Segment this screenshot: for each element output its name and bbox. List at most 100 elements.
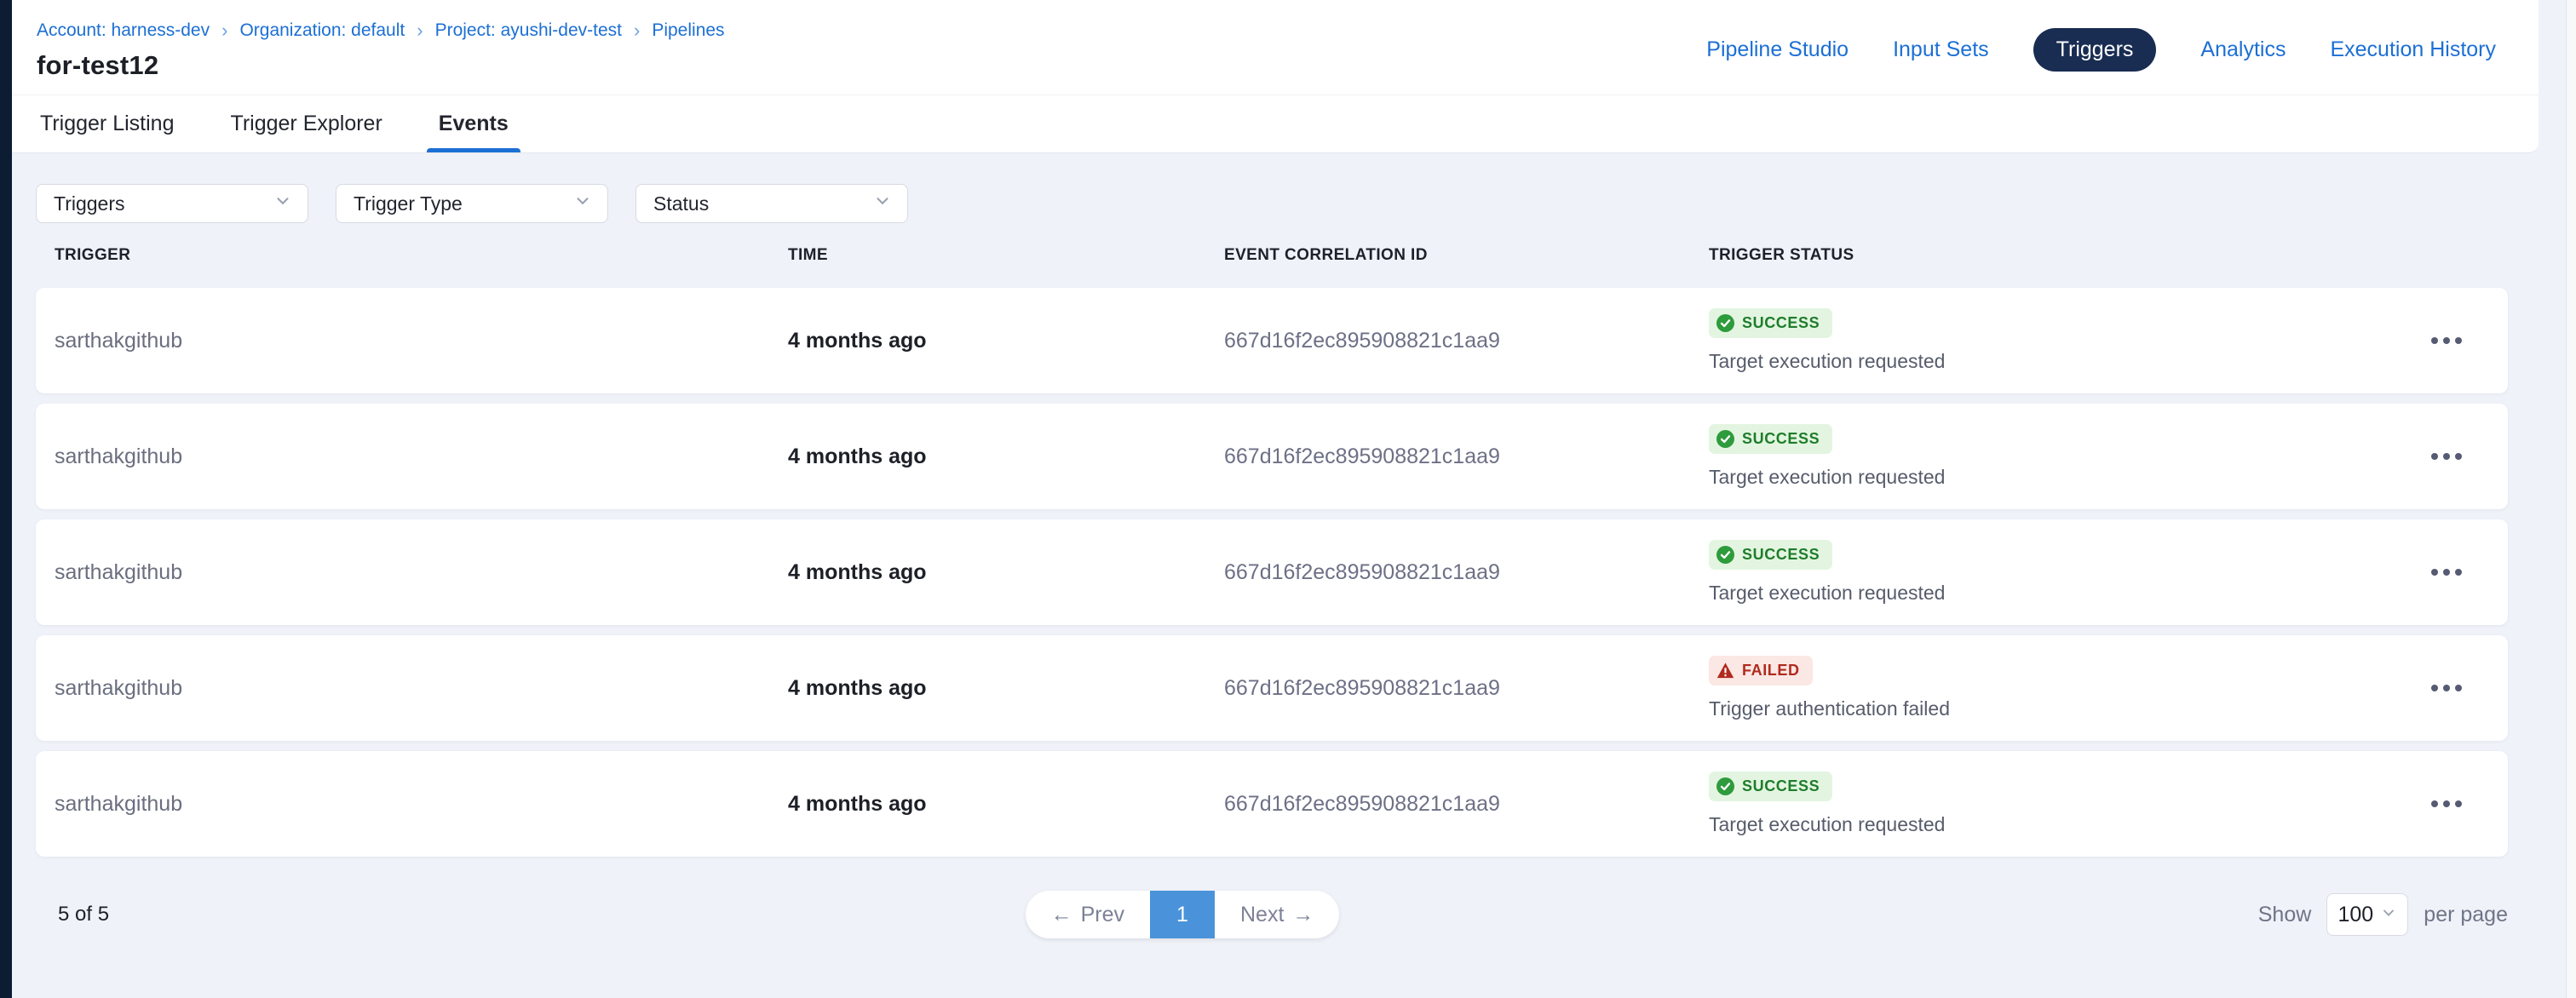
- breadcrumb-account-link[interactable]: Account: harness-dev: [37, 20, 210, 41]
- page-title: for-test12: [37, 50, 725, 81]
- trigger-name: sarthakgithub: [36, 560, 788, 585]
- event-time: 4 months ago: [788, 792, 1224, 817]
- status-label: FAILED: [1742, 662, 1800, 680]
- chevron-down-icon: [873, 192, 892, 215]
- status-detail: Target execution requested: [1709, 466, 1945, 489]
- nav-input-sets-link[interactable]: Input Sets: [1893, 37, 1989, 62]
- breadcrumb: Account: harness-dev › Organization: def…: [37, 20, 725, 42]
- pagination-summary: 5 of 5: [36, 903, 1126, 926]
- row-menu-cell: [2389, 445, 2508, 468]
- tab-label: Trigger Listing: [40, 112, 174, 136]
- status-filter-select[interactable]: Status: [635, 184, 908, 223]
- status-detail: Target execution requested: [1709, 813, 1945, 836]
- page-header: Account: harness-dev › Organization: def…: [12, 0, 2539, 95]
- tab-bar: Trigger Listing Trigger Explorer Events: [12, 95, 2539, 153]
- event-time: 4 months ago: [788, 445, 1224, 469]
- trigger-status-cell: SUCCESS Target execution requested: [1709, 308, 2389, 373]
- breadcrumb-pipelines-link[interactable]: Pipelines: [652, 20, 724, 41]
- per-page-label: per page: [2424, 903, 2508, 927]
- show-label: Show: [2258, 903, 2312, 927]
- table-row: sarthakgithub 4 months ago 667d16f2ec895…: [36, 288, 2508, 393]
- trigger-status-cell: SUCCESS Target execution requested: [1709, 771, 2389, 836]
- status-badge: SUCCESS: [1709, 424, 1832, 454]
- breadcrumb-organization-link[interactable]: Organization: default: [239, 20, 405, 41]
- event-time: 4 months ago: [788, 676, 1224, 701]
- page-size-control: Show 100 per page: [1440, 893, 2508, 936]
- module-nav: Pipeline Studio Input Sets Triggers Anal…: [1706, 28, 2496, 72]
- status-detail: Target execution requested: [1709, 582, 1945, 605]
- next-label: Next: [1240, 903, 1284, 927]
- nav-analytics-link[interactable]: Analytics: [2200, 37, 2286, 62]
- tab-trigger-listing[interactable]: Trigger Listing: [37, 95, 177, 152]
- row-options-menu-button[interactable]: [2428, 792, 2465, 816]
- status-detail: Target execution requested: [1709, 350, 1945, 373]
- check-circle-icon: [1716, 314, 1734, 332]
- event-time: 4 months ago: [788, 329, 1224, 353]
- nav-triggers-link-active[interactable]: Triggers: [2033, 28, 2157, 72]
- chevron-down-icon: [573, 192, 592, 215]
- status-label: SUCCESS: [1742, 430, 1820, 448]
- row-options-menu-button[interactable]: [2428, 560, 2465, 584]
- trigger-name: sarthakgithub: [36, 445, 788, 469]
- trigger-type-filter-select[interactable]: Trigger Type: [336, 184, 608, 223]
- header-left: Account: harness-dev › Organization: def…: [37, 20, 725, 81]
- page-1-button[interactable]: 1: [1150, 891, 1215, 938]
- page-size-select[interactable]: 100: [2326, 893, 2408, 936]
- table-row: sarthakgithub 4 months ago 667d16f2ec895…: [36, 635, 2508, 741]
- trigger-name: sarthakgithub: [36, 792, 788, 817]
- nav-pipeline-studio-link[interactable]: Pipeline Studio: [1706, 37, 1849, 62]
- event-correlation-id: 667d16f2ec895908821c1aa9: [1224, 560, 1709, 585]
- events-table-body: sarthakgithub 4 months ago 667d16f2ec895…: [36, 288, 2508, 857]
- trigger-status-cell: SUCCESS Target execution requested: [1709, 424, 2389, 489]
- status-label: SUCCESS: [1742, 777, 1820, 795]
- left-nav-rail: [0, 0, 12, 998]
- tab-events[interactable]: Events: [435, 95, 512, 152]
- tab-label: Events: [439, 112, 509, 136]
- trigger-name: sarthakgithub: [36, 676, 788, 701]
- warning-triangle-icon: [1716, 662, 1734, 680]
- check-circle-icon: [1716, 430, 1734, 448]
- status-badge: SUCCESS: [1709, 540, 1832, 570]
- row-options-menu-button[interactable]: [2428, 445, 2465, 468]
- pagination-bar: 5 of 5 ← Prev 1 Next → Show 100 per page: [36, 891, 2508, 938]
- chevron-right-icon: ›: [221, 20, 227, 42]
- scrollbar-track[interactable]: [2566, 0, 2576, 998]
- chevron-down-icon: [273, 192, 292, 215]
- row-menu-cell: [2389, 792, 2508, 816]
- tab-label: Trigger Explorer: [230, 112, 382, 136]
- triggers-filter-select[interactable]: Triggers: [36, 184, 308, 223]
- row-menu-cell: [2389, 676, 2508, 700]
- column-header-time: TIME: [788, 246, 1224, 265]
- event-correlation-id: 667d16f2ec895908821c1aa9: [1224, 676, 1709, 701]
- event-time: 4 months ago: [788, 560, 1224, 585]
- row-menu-cell: [2389, 329, 2508, 353]
- page-size-value: 100: [2337, 903, 2373, 927]
- row-options-menu-button[interactable]: [2428, 329, 2465, 353]
- next-page-button[interactable]: Next →: [1215, 891, 1339, 938]
- nav-execution-history-link[interactable]: Execution History: [2330, 37, 2496, 62]
- column-header-trigger-status: TRIGGER STATUS: [1709, 246, 2389, 265]
- prev-label: Prev: [1081, 903, 1124, 927]
- breadcrumb-project-link[interactable]: Project: ayushi-dev-test: [435, 20, 622, 41]
- check-circle-icon: [1716, 546, 1734, 564]
- filter-label: Triggers: [54, 192, 125, 215]
- status-label: SUCCESS: [1742, 546, 1820, 564]
- table-row: sarthakgithub 4 months ago 667d16f2ec895…: [36, 751, 2508, 857]
- chevron-down-icon: [2380, 903, 2397, 927]
- events-content: Triggers Trigger Type Status TRIGGER TIM…: [12, 153, 2539, 938]
- prev-page-button[interactable]: ← Prev: [1026, 891, 1150, 938]
- row-options-menu-button[interactable]: [2428, 676, 2465, 700]
- status-label: SUCCESS: [1742, 314, 1820, 332]
- chevron-right-icon: ›: [417, 20, 423, 42]
- trigger-name: sarthakgithub: [36, 329, 788, 353]
- trigger-status-cell: SUCCESS Target execution requested: [1709, 540, 2389, 605]
- column-header-event-correlation-id: EVENT CORRELATION ID: [1224, 246, 1709, 265]
- arrow-left-icon: ←: [1051, 903, 1072, 927]
- event-correlation-id: 667d16f2ec895908821c1aa9: [1224, 445, 1709, 469]
- triggers-events-page: Account: harness-dev › Organization: def…: [12, 0, 2539, 998]
- chevron-right-icon: ›: [634, 20, 640, 42]
- status-badge: FAILED: [1709, 656, 1813, 685]
- status-detail: Trigger authentication failed: [1709, 697, 1950, 720]
- tab-trigger-explorer[interactable]: Trigger Explorer: [227, 95, 385, 152]
- filter-bar: Triggers Trigger Type Status: [36, 184, 2508, 223]
